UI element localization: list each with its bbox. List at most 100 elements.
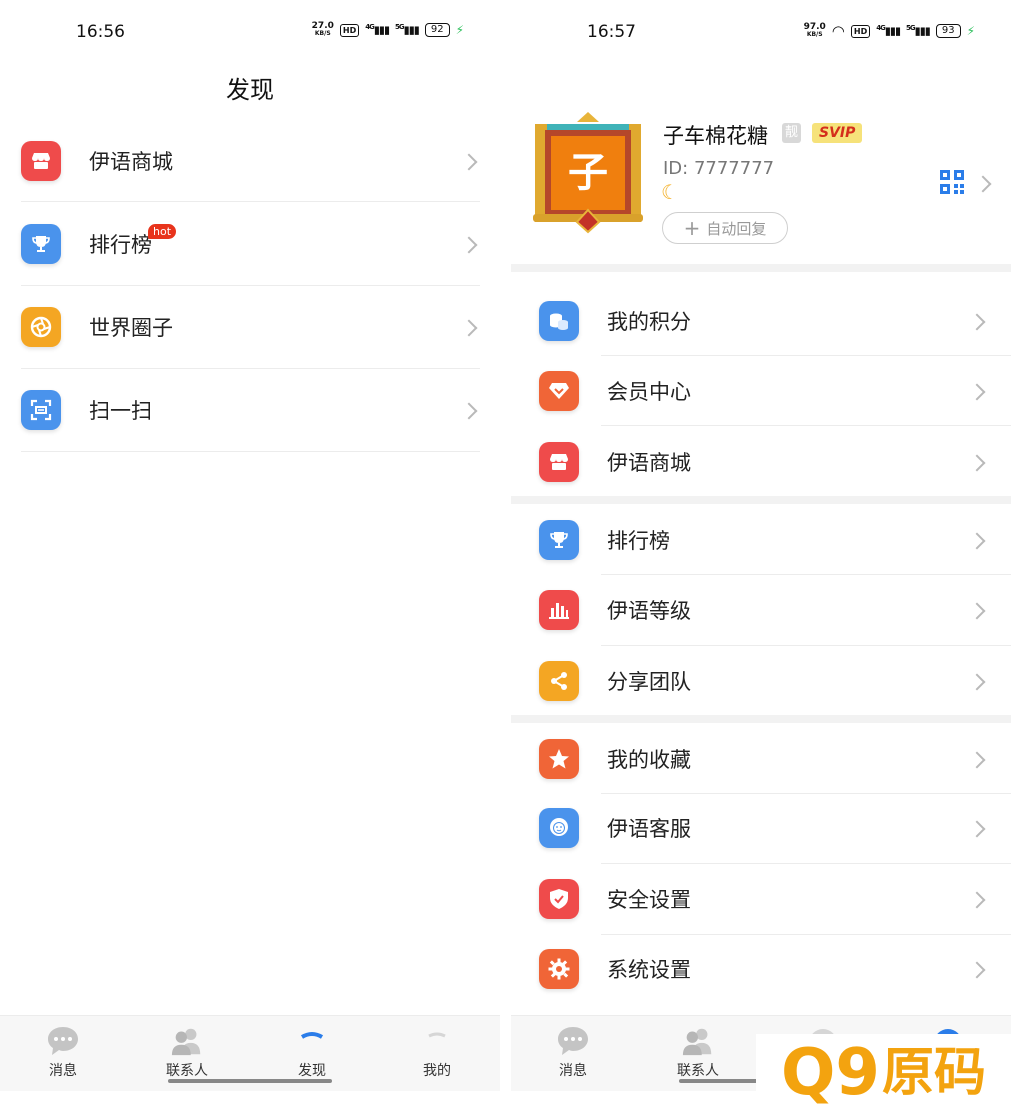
divider (601, 355, 1011, 356)
profile-screen: 16:57 97.0 KB/S ◠ HD 4G▮▮▮ 5G▮▮▮ 93 ⚡ 子 (511, 0, 1011, 1111)
divider (21, 201, 480, 202)
menu-item-customer-service[interactable]: 伊语客服 (539, 808, 1011, 848)
shield-icon (539, 879, 579, 919)
tab-messages[interactable]: 消息 (23, 1016, 103, 1080)
menu-item-favorites[interactable]: 我的收藏 (539, 739, 1011, 779)
signal-5g-icon: 5G▮▮▮ (906, 24, 931, 38)
plus-icon: + (683, 216, 701, 240)
network-speed: 27.0 KB/S (311, 21, 334, 38)
tab-bar: 消息 联系人 发现 我的 (0, 1015, 500, 1091)
charging-icon: ⚡ (455, 23, 464, 37)
trophy-icon (21, 224, 61, 264)
menu-label: 系统设置 (607, 958, 691, 982)
chevron-right-icon (974, 175, 992, 193)
page-title: 发现 (226, 76, 274, 104)
shop-icon (21, 141, 61, 181)
share-icon (539, 661, 579, 701)
status-time: 16:56 (76, 22, 125, 42)
tab-discover[interactable]: 发现 (272, 1016, 352, 1080)
menu-label: 伊语商城 (89, 150, 173, 174)
divider (21, 368, 480, 369)
discover-icon (295, 1024, 329, 1058)
section-divider (511, 496, 1011, 504)
tab-profile[interactable]: 我的 (397, 1016, 477, 1080)
menu-item-ranking[interactable]: 排行榜 (21, 223, 480, 265)
hot-badge: hot (148, 224, 177, 239)
service-icon (539, 808, 579, 848)
menu-label: 伊语商城 (607, 451, 691, 475)
wifi-icon: ◠ (831, 22, 845, 40)
status-bar: 16:56 27.0 KB/S HD 4G▮▮▮ 5G▮▮▮ 92 ⚡ (0, 0, 500, 64)
network-speed: 97.0 KB/S (803, 22, 826, 39)
menu-item-world-circle[interactable]: 世界圈子 (21, 306, 480, 348)
watermark-logo: Q9 原码 (756, 1034, 1011, 1111)
liang-badge: 靓 (782, 123, 802, 143)
menu-label: 安全设置 (607, 888, 691, 912)
menu-label: 伊语等级 (607, 599, 691, 623)
tab-contacts[interactable]: 联系人 (147, 1016, 227, 1080)
section-divider (511, 264, 1011, 272)
menu-label: 我的收藏 (607, 748, 691, 772)
menu-item-ranking[interactable]: 排行榜 (539, 520, 1011, 560)
battery-icon: 93 (935, 24, 961, 38)
divider (601, 863, 1011, 864)
chat-icon (46, 1024, 80, 1058)
menu-item-points[interactable]: 我的积分 (539, 301, 1011, 341)
hd-icon: HD (850, 24, 871, 38)
aperture-icon (21, 307, 61, 347)
vip-diamond-icon (539, 371, 579, 411)
star-icon (539, 739, 579, 779)
status-icons: 97.0 KB/S ◠ HD 4G▮▮▮ 5G▮▮▮ 93 ⚡ (804, 22, 975, 40)
menu-label: 世界圈子 (89, 316, 173, 340)
divider (601, 934, 1011, 935)
menu-item-share-team[interactable]: 分享团队 (539, 661, 1011, 701)
menu-item-shop[interactable]: 伊语商城 (539, 442, 1011, 482)
menu-label: 会员中心 (607, 380, 691, 404)
charging-icon: ⚡ (966, 24, 975, 38)
tab-contacts[interactable]: 联系人 (658, 1016, 738, 1080)
section-divider (511, 715, 1011, 723)
username: 子车棉花糖 (663, 124, 768, 148)
menu-item-level[interactable]: 伊语等级 (539, 590, 1011, 630)
discover-screen: 16:56 27.0 KB/S HD 4G▮▮▮ 5G▮▮▮ 92 ⚡ 发现 伊… (0, 0, 500, 1111)
contacts-icon (681, 1024, 715, 1058)
qr-code-icon[interactable] (939, 169, 965, 195)
contacts-icon (170, 1024, 204, 1058)
trophy-icon (539, 520, 579, 560)
divider (601, 574, 1011, 575)
tab-messages[interactable]: 消息 (533, 1016, 613, 1080)
menu-label: 扫一扫 (89, 399, 152, 423)
menu-item-scan[interactable]: 扫一扫 (21, 389, 480, 431)
divider (601, 425, 1011, 426)
chat-icon (556, 1024, 590, 1058)
menu-label: 分享团队 (607, 670, 691, 694)
user-id: ID: 7777777 (663, 158, 775, 179)
auto-reply-button[interactable]: + 自动回复 (662, 212, 788, 244)
coins-icon (539, 301, 579, 341)
avatar[interactable]: 子 (531, 110, 645, 234)
menu-label: 伊语客服 (607, 817, 691, 841)
signal-5g-icon: 5G▮▮▮ (395, 23, 420, 37)
signal-4g-icon: 4G▮▮▮ (365, 23, 390, 37)
menu-item-system-settings[interactable]: 系统设置 (539, 949, 1011, 989)
menu-item-security[interactable]: 安全设置 (539, 879, 1011, 919)
signal-4g-icon: 4G▮▮▮ (876, 24, 901, 38)
menu-label: 排行榜 (607, 529, 670, 553)
divider (21, 285, 480, 286)
shop-icon (539, 442, 579, 482)
profile-icon (420, 1024, 454, 1058)
svip-badge: SVIP (812, 123, 863, 143)
status-bar: 16:57 97.0 KB/S ◠ HD 4G▮▮▮ 5G▮▮▮ 93 ⚡ (511, 0, 1011, 64)
scan-icon (21, 390, 61, 430)
divider (601, 645, 1011, 646)
battery-icon: 92 (424, 23, 450, 37)
menu-item-shop[interactable]: 伊语商城 (21, 140, 480, 182)
divider (601, 793, 1011, 794)
menu-label: 我的积分 (607, 310, 691, 334)
bar-chart-icon (539, 590, 579, 630)
menu-item-vip-center[interactable]: 会员中心 (539, 371, 1011, 411)
status-time: 16:57 (587, 22, 636, 42)
svg-text:子: 子 (568, 150, 608, 196)
home-indicator (168, 1079, 332, 1083)
menu-label: 排行榜 (89, 233, 152, 257)
